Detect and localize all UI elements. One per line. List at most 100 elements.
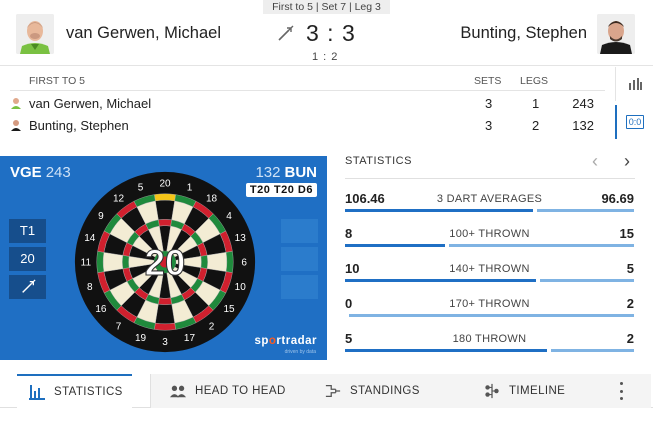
board-number: 11 [81,258,92,269]
hit-segment-number: 20 [145,242,185,283]
away-remaining: 132 [255,164,281,181]
stat-away-bar [349,314,634,317]
stat-label: 180 THROWN [452,333,527,345]
row-points: 243 [572,96,594,111]
stat-home-bar [345,244,445,247]
row-player-name: Bunting, Stephen [29,118,129,133]
sets-column-header: SETS [474,75,502,87]
standings-icon [325,385,341,397]
statistics-panel: STATISTICS ‹ › 106.46 3 DART AVERAGES 96… [335,146,643,358]
board-double-3 [154,322,176,331]
stat-row: 0 170+ THROWN 2 [345,291,634,321]
board-triple-3 [158,297,172,305]
away-throw-slot [281,275,318,299]
board-number: 12 [113,194,125,205]
more-vertical-icon[interactable] [612,380,630,402]
chart-toggle-button[interactable] [615,67,653,101]
board-number: 15 [224,304,236,315]
board-outer-single-11 [102,252,123,272]
row-points: 132 [572,118,594,133]
away-player-name[interactable]: Bunting, Stephen [460,24,587,43]
tab-label: STANDINGS [350,385,420,397]
stat-row: 8 100+ THROWN 15 [345,221,634,251]
score-table: FIRST TO 5 SETS LEGS van Gerwen, Michael… [0,66,653,142]
bottom-tab-bar: STATISTICS HEAD TO HEAD STANDINGS TIMELI… [0,374,653,408]
chevron-right-icon[interactable]: › [617,150,637,172]
stat-away-bar [551,349,634,352]
table-header-divider [10,90,605,91]
stat-away-value: 2 [626,296,634,311]
board-number: 5 [138,182,144,193]
timeline-icon [485,383,499,399]
board-triple-11 [122,255,130,269]
stat-row: 10 140+ THROWN 5 [345,256,634,286]
row-player-name: van Gerwen, Michael [29,96,152,111]
chevron-left-icon[interactable]: ‹ [585,150,605,172]
match-info: First to 5 | Set 7 | Leg 3 [263,0,390,14]
board-number: 1 [187,182,193,193]
board-number: 7 [116,322,122,333]
board-number: 9 [98,211,104,222]
board-number: 4 [226,211,232,222]
board-number: 19 [135,333,147,344]
tab-statistics[interactable]: STATISTICS [17,374,132,408]
board-number: 8 [87,282,93,293]
board-double-6 [225,251,234,273]
home-remaining: 243 [45,164,71,181]
dart-icon [278,25,294,41]
row-sets: 3 [485,118,493,133]
stat-away-bar [537,209,634,212]
head-to-head-icon [170,385,186,398]
match-header: First to 5 | Set 7 | Leg 3 van Gerwen, M… [0,0,653,66]
away-throw-slot [281,247,318,271]
stat-away-value: 96.69 [601,191,634,206]
board-triple-20 [158,219,172,227]
board-number: 2 [209,322,215,333]
away-player-avatar[interactable] [597,14,635,54]
stat-away-value: 15 [619,226,634,241]
row-legs: 2 [532,118,540,133]
board-number: 16 [95,304,107,315]
statistics-title: STATISTICS [345,155,412,167]
board-outer-single-3 [155,304,175,325]
away-board-score: 132 BUN [255,164,317,181]
home-player-avatar[interactable] [16,14,54,54]
stat-away-bar [540,279,634,282]
throw-3 [9,275,46,299]
tab-label: STATISTICS [54,386,123,398]
stat-home-bar [345,209,533,212]
tab-label: HEAD TO HEAD [195,385,286,397]
board-number: 17 [184,333,196,344]
player-icon [11,98,21,109]
score-toggle-button[interactable]: 0:0 [615,105,653,139]
sportradar-logo: sportradar [254,335,317,347]
dartboard-panel: VGE 243 132 BUN T20 T20 D6 T1 20 20 1 18 4 13 6… [0,156,327,360]
board-number: 14 [84,233,96,244]
board-outer-single-6 [207,252,228,272]
score-toggle-label: 0:0 [625,115,645,129]
board-double-11 [96,251,105,273]
away-throw-slot [281,219,318,243]
legs-score: 1 : 2 [312,51,339,63]
table-row: van Gerwen, Michael 3 1 243 [0,94,610,114]
tab-head-to-head[interactable]: HEAD TO HEAD [170,374,286,408]
throw-2: 20 [9,247,46,271]
row-legs: 1 [532,96,540,111]
away-abbreviation: BUN [284,164,318,181]
stat-away-value: 5 [626,261,634,276]
board-number: 13 [235,233,247,244]
board-number: 20 [159,178,171,189]
board-double-20 [154,193,176,202]
table-row: Bunting, Stephen 3 2 132 [0,116,610,136]
stat-label: 3 DART AVERAGES [436,193,543,205]
stat-home-bar [345,349,547,352]
dartboard: 20 1 18 413 6 10 15 2 17 3 19 7 168 11 149 12 5 20 [74,171,256,353]
statistics-divider [345,178,635,179]
tab-standings[interactable]: STANDINGS [325,374,420,408]
stat-away-bar [449,244,634,247]
dart-icon [21,279,36,293]
tab-timeline[interactable]: TIMELINE [484,374,565,408]
tab-label: TIMELINE [509,385,566,397]
throw-1: T1 [9,219,46,243]
home-player-name[interactable]: van Gerwen, Michael [66,24,221,43]
